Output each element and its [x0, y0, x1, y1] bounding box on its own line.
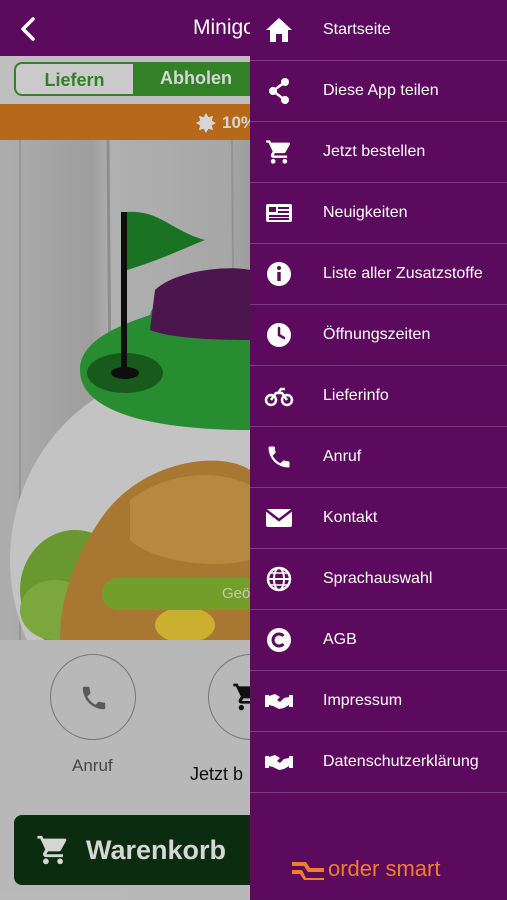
back-arrow-icon[interactable]: [14, 14, 44, 44]
info-icon: [267, 262, 291, 286]
handshake-icon: [265, 694, 293, 709]
drawer-overlay-scrim[interactable]: [0, 56, 250, 900]
brand-name: order smart: [328, 856, 441, 881]
cart-icon: [266, 140, 291, 164]
menu-item-home[interactable]: Startseite: [250, 0, 507, 61]
menu-item-label: Liste aller Zusatzstoffe: [323, 265, 483, 282]
handshake-icon: [265, 755, 293, 770]
app-title: Minigo: [193, 16, 255, 39]
menu-item-delivery-info[interactable]: Lieferinfo: [250, 366, 507, 427]
menu-item-label: Jetzt bestellen: [323, 143, 426, 160]
home-icon: [266, 18, 292, 42]
menu-item-label: Anruf: [323, 448, 362, 465]
envelope-icon: [265, 509, 293, 527]
menu-item-label: Datenschutzerklärung: [323, 753, 479, 770]
menu-item-news[interactable]: Neuigkeiten: [250, 183, 507, 244]
motorbike-icon: [264, 387, 294, 407]
clock-icon: [267, 323, 291, 347]
menu-item-label: Kontakt: [323, 509, 378, 526]
phone-icon: [268, 446, 290, 468]
menu-item-share-app[interactable]: Diese App teilen: [250, 61, 507, 122]
share-icon: [269, 78, 289, 104]
menu-item-label: Neuigkeiten: [323, 204, 408, 221]
menu-item-language[interactable]: Sprachauswahl: [250, 549, 507, 610]
menu-item-label: Lieferinfo: [323, 387, 389, 404]
menu-item-contact[interactable]: Kontakt: [250, 488, 507, 549]
order-smart-logo-icon: [292, 862, 324, 880]
menu-item-additives[interactable]: Liste aller Zusatzstoffe: [250, 244, 507, 305]
menu-item-imprint[interactable]: Impressum: [250, 671, 507, 732]
menu-item-terms[interactable]: AGB: [250, 610, 507, 671]
copyright-icon: [267, 628, 291, 652]
menu-item-opening-hours[interactable]: Öffnungszeiten: [250, 305, 507, 366]
menu-item-label: Sprachauswahl: [323, 570, 433, 587]
menu-item-label: Diese App teilen: [323, 82, 439, 99]
menu-item-label: Startseite: [323, 21, 391, 38]
navigation-drawer: Startseite Diese App teilen Jetzt bestel…: [250, 0, 507, 900]
menu-item-order-now[interactable]: Jetzt bestellen: [250, 122, 507, 183]
menu-item-label: Öffnungszeiten: [323, 326, 431, 343]
globe-icon: [266, 566, 292, 592]
menu-item-call[interactable]: Anruf: [250, 427, 507, 488]
menu-item-label: AGB: [323, 631, 357, 648]
news-icon: [266, 204, 292, 222]
menu-item-label: Impressum: [323, 692, 403, 709]
menu-item-privacy[interactable]: Datenschutzerklärung: [250, 732, 507, 793]
